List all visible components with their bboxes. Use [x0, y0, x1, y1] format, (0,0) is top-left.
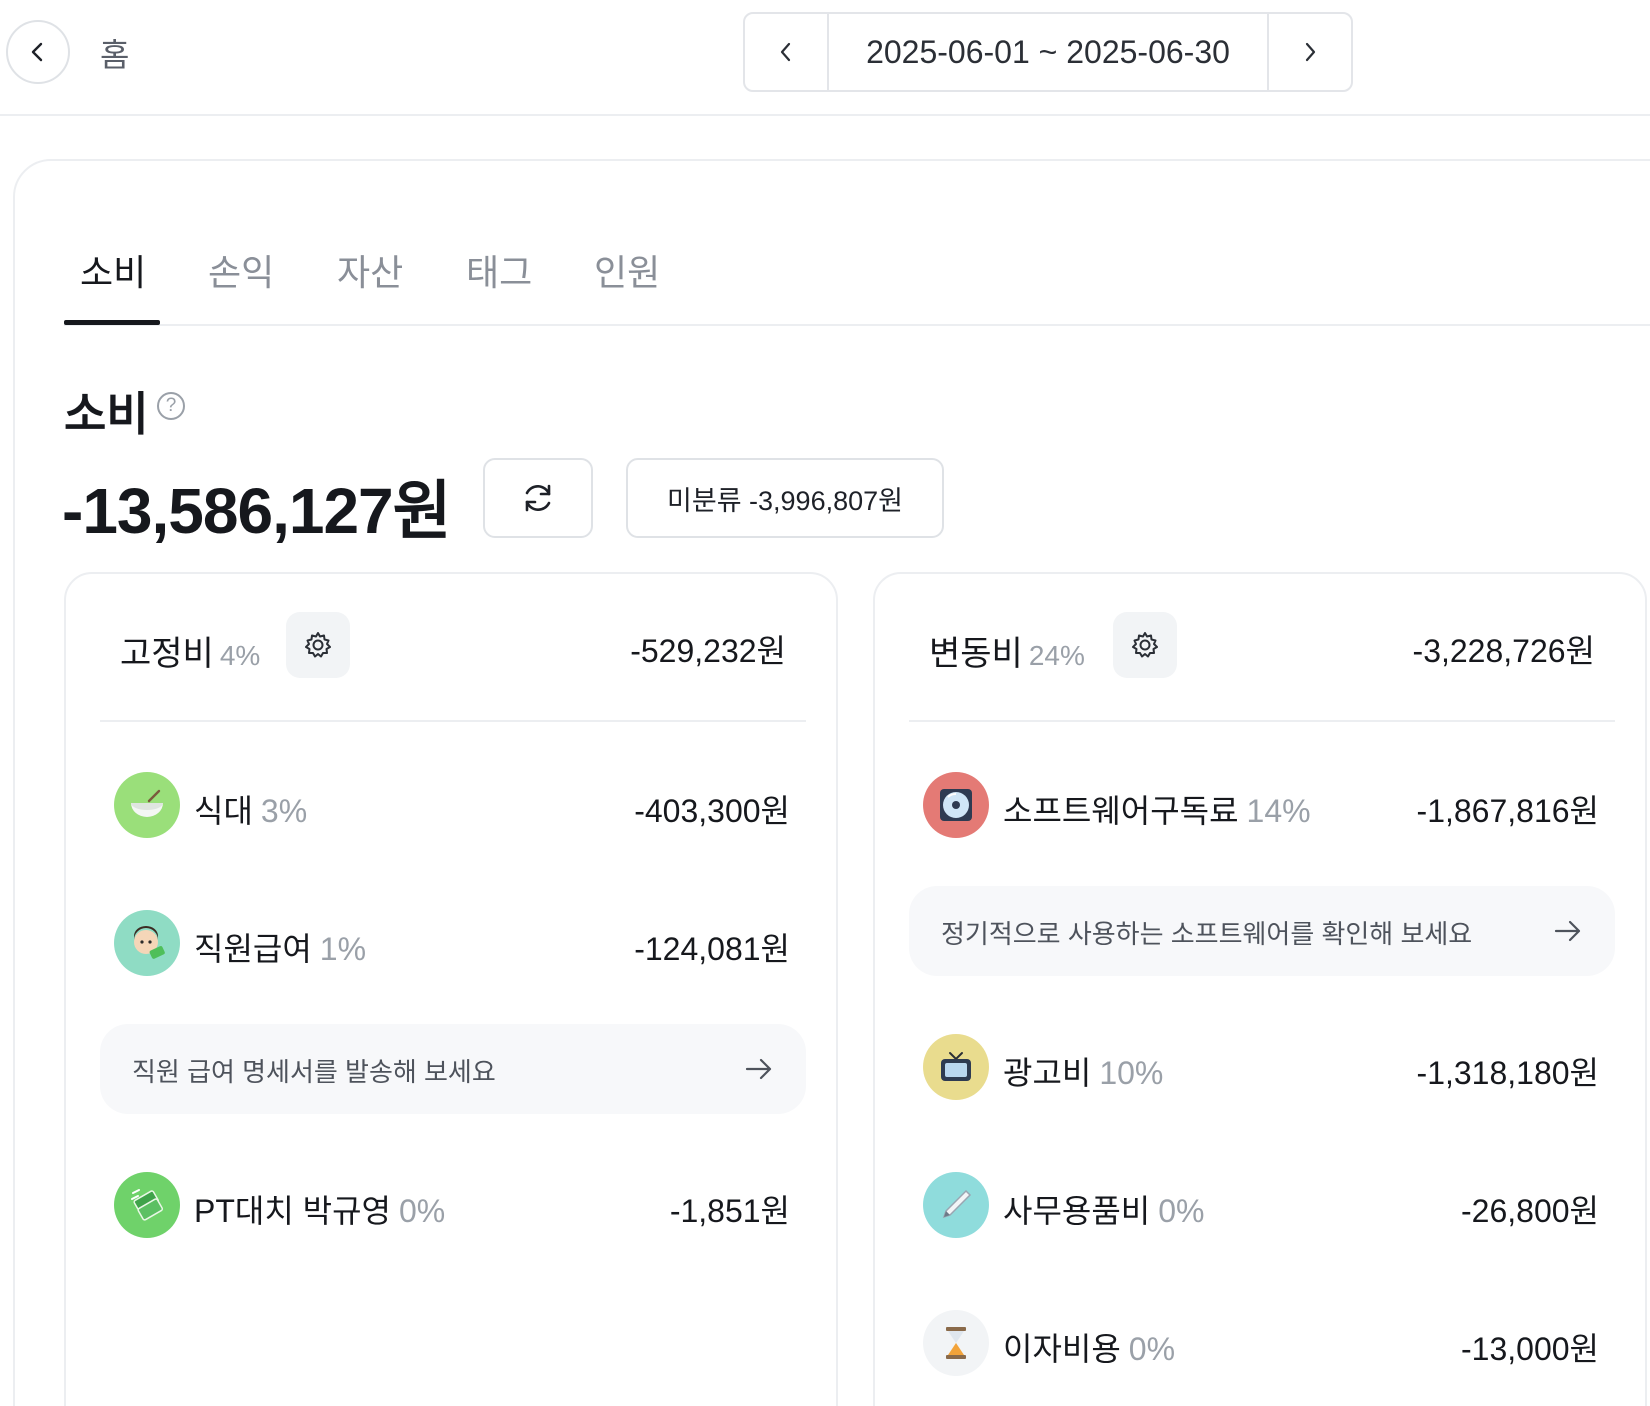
divider	[909, 720, 1615, 722]
hourglass-icon	[923, 1310, 989, 1376]
chevron-left-icon	[31, 42, 43, 62]
software-check-promo[interactable]: 정기적으로 사용하는 소프트웨어를 확인해 보세요	[909, 886, 1615, 976]
category-amount: -124,081원	[634, 931, 790, 967]
category-amount: -26,800원	[1461, 1193, 1599, 1229]
category-name: 사무용품비	[1003, 1193, 1151, 1229]
breadcrumb-home[interactable]: 홈	[100, 30, 129, 76]
category-row-office-supplies[interactable]: 사무용품비 0% -26,800원	[923, 1172, 1599, 1238]
category-percent: 3%	[260, 793, 308, 829]
total-spending-amount: -13,586,127원	[62, 475, 452, 547]
variable-cost-panel: 변동비 24% -3,228,726원 소프트웨어구독료 14% -1,867,81…	[873, 572, 1647, 1406]
unclassified-button[interactable]: 미분류 -3,996,807원	[626, 458, 944, 538]
category-name: PT대치 박규영	[194, 1193, 391, 1229]
disc-icon	[923, 772, 989, 838]
category-row-salary[interactable]: 직원급여 1% -124,081원	[114, 910, 790, 976]
next-month-button[interactable]	[1269, 14, 1351, 90]
variable-cost-settings-button[interactable]	[1113, 612, 1177, 678]
category-amount: -403,300원	[634, 793, 790, 829]
fixed-cost-header: 고정비 4% -529,232원	[100, 612, 806, 680]
variable-cost-title: 변동비 24%	[929, 635, 1085, 673]
pen-icon	[923, 1172, 989, 1238]
date-range-label[interactable]: 2025-06-01 ~ 2025-06-30	[827, 14, 1269, 90]
tv-icon	[923, 1034, 989, 1100]
category-percent: 10%	[1099, 1055, 1164, 1091]
date-range-navigator: 2025-06-01 ~ 2025-06-30	[743, 12, 1353, 92]
category-row-software[interactable]: 소프트웨어구독료 14% -1,867,816원	[923, 772, 1599, 838]
category-percent: 14%	[1246, 793, 1311, 829]
salary-statement-promo[interactable]: 직원 급여 명세서를 발송해 보세요	[100, 1024, 806, 1114]
category-name: 식대	[194, 793, 253, 829]
gear-icon	[1132, 632, 1158, 658]
category-percent: 1%	[319, 931, 367, 967]
category-amount: -1,867,816원	[1416, 793, 1599, 829]
category-name: 광고비	[1003, 1055, 1092, 1091]
top-bar: 홈 2025-06-01 ~ 2025-06-30	[0, 0, 1650, 116]
variable-cost-total: -3,228,726원	[1412, 633, 1595, 669]
category-percent: 0%	[398, 1193, 446, 1229]
category-name: 이자비용	[1003, 1331, 1121, 1367]
rice-bowl-icon	[114, 772, 180, 838]
section-title: 소비	[64, 388, 149, 440]
category-row-meals[interactable]: 식대 3% -403,300원	[114, 772, 790, 838]
category-percent: 0%	[1158, 1193, 1205, 1229]
tab-assets[interactable]: 자산	[337, 244, 403, 324]
help-icon[interactable]: ?	[157, 392, 185, 420]
fixed-cost-percent: 4%	[219, 640, 261, 671]
promo-text: 정기적으로 사용하는 소프트웨어를 확인해 보세요	[941, 919, 1473, 949]
arrow-right-icon	[1554, 920, 1581, 942]
category-amount: -1,318,180원	[1416, 1055, 1599, 1091]
fixed-cost-panel: 고정비 4% -529,232원 식대 3% -403,300원 직원급여 1% -1…	[64, 572, 838, 1406]
category-row-interest[interactable]: 이자비용 0% -13,000원	[923, 1310, 1599, 1376]
employee-icon	[114, 910, 180, 976]
category-amount: -13,000원	[1461, 1331, 1599, 1367]
fixed-cost-total: -529,232원	[630, 633, 786, 669]
promo-text: 직원 급여 명세서를 발송해 보세요	[132, 1057, 496, 1087]
back-button[interactable]	[6, 20, 70, 84]
category-row-pt[interactable]: PT대치 박규영 0% -1,851원	[114, 1172, 790, 1238]
category-percent: 0%	[1128, 1331, 1176, 1367]
category-name: 직원급여	[194, 931, 312, 967]
prev-month-button[interactable]	[745, 14, 827, 90]
divider	[100, 720, 806, 722]
fixed-cost-settings-button[interactable]	[286, 612, 350, 678]
tab-tags[interactable]: 태그	[466, 244, 532, 324]
refresh-button[interactable]	[483, 458, 593, 538]
money-icon	[114, 1172, 180, 1238]
refresh-icon	[525, 484, 551, 512]
tab-spending[interactable]: 소비	[80, 244, 146, 324]
report-tabs: 소비 손익 자산 태그 인원	[64, 236, 1650, 326]
chevron-right-icon	[1305, 42, 1316, 62]
category-amount: -1,851원	[669, 1193, 790, 1229]
arrow-right-icon	[745, 1058, 772, 1080]
variable-cost-percent: 24%	[1028, 640, 1085, 671]
category-name: 소프트웨어구독료	[1003, 793, 1239, 829]
gear-icon	[305, 632, 331, 658]
tab-profit-loss[interactable]: 손익	[208, 244, 274, 324]
active-tab-indicator	[64, 320, 160, 325]
tab-personnel[interactable]: 인원	[594, 244, 660, 324]
variable-cost-header: 변동비 24% -3,228,726원	[909, 612, 1615, 680]
chevron-left-icon	[780, 42, 791, 62]
category-row-advertising[interactable]: 광고비 10% -1,318,180원	[923, 1034, 1599, 1100]
fixed-cost-title: 고정비 4%	[120, 635, 261, 673]
